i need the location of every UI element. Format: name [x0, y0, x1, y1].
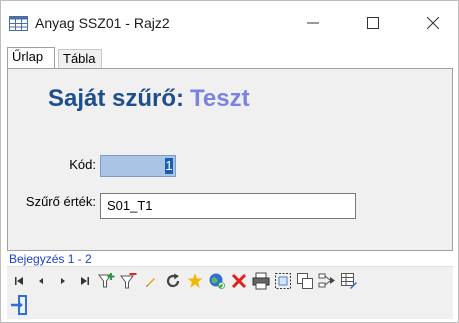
select-icon[interactable]	[273, 271, 293, 291]
copy-icon[interactable]	[295, 271, 315, 291]
heading-label: Saját szűrő:	[48, 85, 185, 112]
maximize-button[interactable]	[353, 9, 393, 37]
next-record-icon[interactable]	[53, 271, 73, 291]
close-icon	[427, 17, 439, 29]
first-record-icon[interactable]	[9, 271, 29, 291]
page-title: Saját szűrő: Teszt	[48, 85, 250, 113]
szuro-label: Szűrő érték:	[25, 194, 96, 209]
minimize-button[interactable]	[293, 9, 333, 37]
maximize-icon	[367, 17, 379, 29]
szuro-field[interactable]: S01_T1	[100, 193, 356, 219]
add-filter-icon[interactable]	[97, 271, 117, 291]
title-bar[interactable]: Anyag SSZ01 - Rajz2	[1, 1, 458, 45]
kod-label: Kód:	[69, 157, 96, 172]
edit-icon[interactable]	[141, 271, 161, 291]
heading-value: Teszt	[190, 85, 250, 112]
refresh-icon[interactable]	[163, 271, 183, 291]
previous-record-icon[interactable]	[31, 271, 51, 291]
form-panel: Saját szűrő: Teszt Kód: 1 Szűrő érték: S0…	[7, 68, 453, 251]
web-icon[interactable]	[207, 271, 227, 291]
tab-strip: Űrlap Tábla	[1, 45, 458, 68]
navigation-toolbar	[7, 267, 453, 319]
record-status-bar: Bejegyzés 1 - 2	[7, 252, 453, 267]
kod-value: 1	[165, 158, 173, 174]
app-table-icon	[9, 16, 28, 31]
table-edit-icon[interactable]	[339, 271, 359, 291]
close-button[interactable]	[413, 9, 453, 37]
new-record-icon[interactable]	[185, 271, 205, 291]
tab-urlap[interactable]: Űrlap	[7, 47, 55, 68]
print-icon[interactable]	[251, 271, 271, 291]
remove-filter-icon[interactable]	[119, 271, 139, 291]
window-title: Anyag SSZ01 - Rajz2	[35, 15, 170, 31]
application-window: Anyag SSZ01 - Rajz2 Űrlap Tábla Saját sz…	[0, 0, 459, 323]
tab-tabla[interactable]: Tábla	[58, 49, 102, 68]
exit-icon[interactable]	[9, 295, 29, 315]
last-record-icon[interactable]	[75, 271, 95, 291]
minimize-icon	[307, 22, 319, 24]
delete-icon[interactable]	[229, 271, 249, 291]
kod-field[interactable]: 1	[100, 155, 176, 177]
record-counter: Bejegyzés 1 - 2	[9, 252, 92, 266]
export-icon[interactable]	[317, 271, 337, 291]
